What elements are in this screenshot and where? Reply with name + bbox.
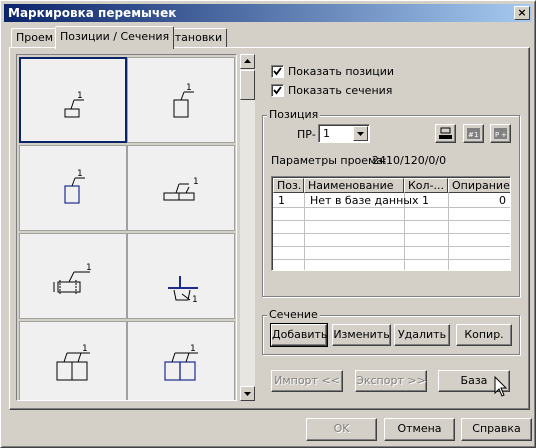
show-sections-checkbox[interactable] <box>271 84 284 97</box>
section-group-title: Сечение <box>267 308 320 321</box>
opening-params-label: Параметры проема: <box>271 154 387 167</box>
thumbnail-cell-8[interactable]: 1 <box>127 321 235 400</box>
positions-table[interactable]: Поз. Наименование Кол-... Опирание 1 Нет… <box>271 176 511 271</box>
svg-text:+: + <box>501 131 507 139</box>
cancel-button[interactable]: Отмена <box>384 418 455 441</box>
svg-text:P: P <box>495 131 499 139</box>
blue-square-lintel-icon: 1 <box>64 169 85 204</box>
pr-select[interactable]: 1 <box>318 124 370 143</box>
thumbnail-cell-5[interactable]: 1 <box>19 233 127 319</box>
thumbnail-cell-3[interactable]: 1 <box>19 145 127 231</box>
tab-positions-sections[interactable]: Позиции / Сечения <box>55 26 175 49</box>
double-bar-lintel-icon: 1 <box>163 177 199 201</box>
row-divider <box>273 259 510 260</box>
tab-opening[interactable]: Проем <box>11 28 59 48</box>
row-divider <box>273 207 510 208</box>
show-sections-label: Показать сечения <box>288 84 393 97</box>
help-button[interactable]: Справка <box>461 418 532 441</box>
thumb-label-4: 1 <box>193 177 199 187</box>
scroll-down-button[interactable] <box>240 386 255 401</box>
cell-support: 0 <box>499 194 506 207</box>
square-lintel-icon: 1 <box>173 83 194 118</box>
position-numbering-button[interactable]: # 1 <box>463 124 484 143</box>
pr-select-value: 1 <box>323 127 330 140</box>
pr-label: ПР- <box>297 128 316 141</box>
position-block-icon <box>439 127 452 139</box>
thumb-label-7: 1 <box>82 344 88 354</box>
title-bar[interactable]: Маркировка перемычек × <box>4 4 532 22</box>
export-button[interactable]: Экспорт >> <box>355 370 427 392</box>
row-divider <box>273 233 510 234</box>
ok-button[interactable]: OK <box>306 418 377 441</box>
import-button[interactable]: Импорт << <box>271 370 343 392</box>
add-section-button[interactable]: Добавить <box>270 323 328 347</box>
opening-params-value: 2410/120/0/0 <box>372 154 447 167</box>
scroll-up-button[interactable] <box>240 54 255 69</box>
thumbnail-cell-6[interactable]: 1 <box>127 233 235 319</box>
thumbnail-cell-2[interactable]: 1 <box>127 57 235 143</box>
scrollbar-thumb[interactable] <box>240 70 255 100</box>
column-header-qty[interactable]: Кол-... <box>404 178 448 193</box>
mouse-cursor-icon <box>494 376 508 397</box>
cell-name: Нет в базе данных <box>310 194 419 207</box>
arrow-down-icon <box>244 392 251 396</box>
window-title: Маркировка перемычек <box>8 6 177 20</box>
delete-section-button[interactable]: Удалить <box>394 324 450 346</box>
cell-pos: 1 <box>278 194 285 207</box>
column-header-name[interactable]: Наименование <box>304 178 404 193</box>
thumbnail-cell-4[interactable]: 1 <box>127 145 235 231</box>
dimensioned-lintel-icon: 1 <box>53 263 92 294</box>
thumbnail-cell-1[interactable]: 1 <box>19 57 127 143</box>
thumb-label-5: 1 <box>86 263 92 273</box>
thumbnail-scrollbar[interactable] <box>240 54 255 401</box>
blue-double-box-lintel-icon: 1 <box>164 344 198 381</box>
thumb-label-8: 1 <box>190 344 196 354</box>
position-numbering-icon: # 1 <box>467 128 480 139</box>
chevron-down-icon <box>357 132 364 136</box>
copy-section-button[interactable]: Копир. <box>456 324 512 346</box>
position-renumber-button[interactable]: P + <box>490 124 511 143</box>
checkmark-icon <box>273 86 282 95</box>
thumbnail-cell-7[interactable]: 1 <box>19 321 127 400</box>
thumb-label-3: 1 <box>77 169 83 179</box>
position-block-button[interactable] <box>435 124 456 143</box>
row-divider <box>273 246 510 247</box>
row-divider <box>273 220 510 221</box>
single-lintel-icon: 1 <box>64 91 84 118</box>
position-group-title: Позиция <box>267 108 321 121</box>
t-beam-lintel-icon: 1 <box>168 276 198 305</box>
edit-section-button[interactable]: Изменить <box>332 324 391 346</box>
pr-dropdown-button[interactable] <box>353 126 368 141</box>
arrow-up-icon <box>244 59 251 63</box>
lintel-thumbnail-grid: 1 1 1 1 1 1 1 1 <box>16 54 237 401</box>
thumb-label-6: 1 <box>192 295 198 305</box>
show-positions-checkbox[interactable] <box>271 65 284 78</box>
position-renumber-icon: P + <box>494 128 507 139</box>
dialog-window: Маркировка перемычек × Проем Позиции / С… <box>0 0 536 448</box>
double-box-lintel-icon: 1 <box>56 344 90 381</box>
checkmark-icon <box>273 67 282 76</box>
thumb-label-1: 1 <box>77 91 83 101</box>
close-icon[interactable]: × <box>514 6 530 20</box>
svg-text:1: 1 <box>474 131 478 139</box>
show-positions-label: Показать позиции <box>288 65 395 78</box>
thumb-label-2: 1 <box>186 83 192 93</box>
cell-qty: 1 <box>422 194 429 207</box>
column-header-pos[interactable]: Поз. <box>273 178 304 193</box>
column-header-support[interactable]: Опирание <box>448 178 510 193</box>
